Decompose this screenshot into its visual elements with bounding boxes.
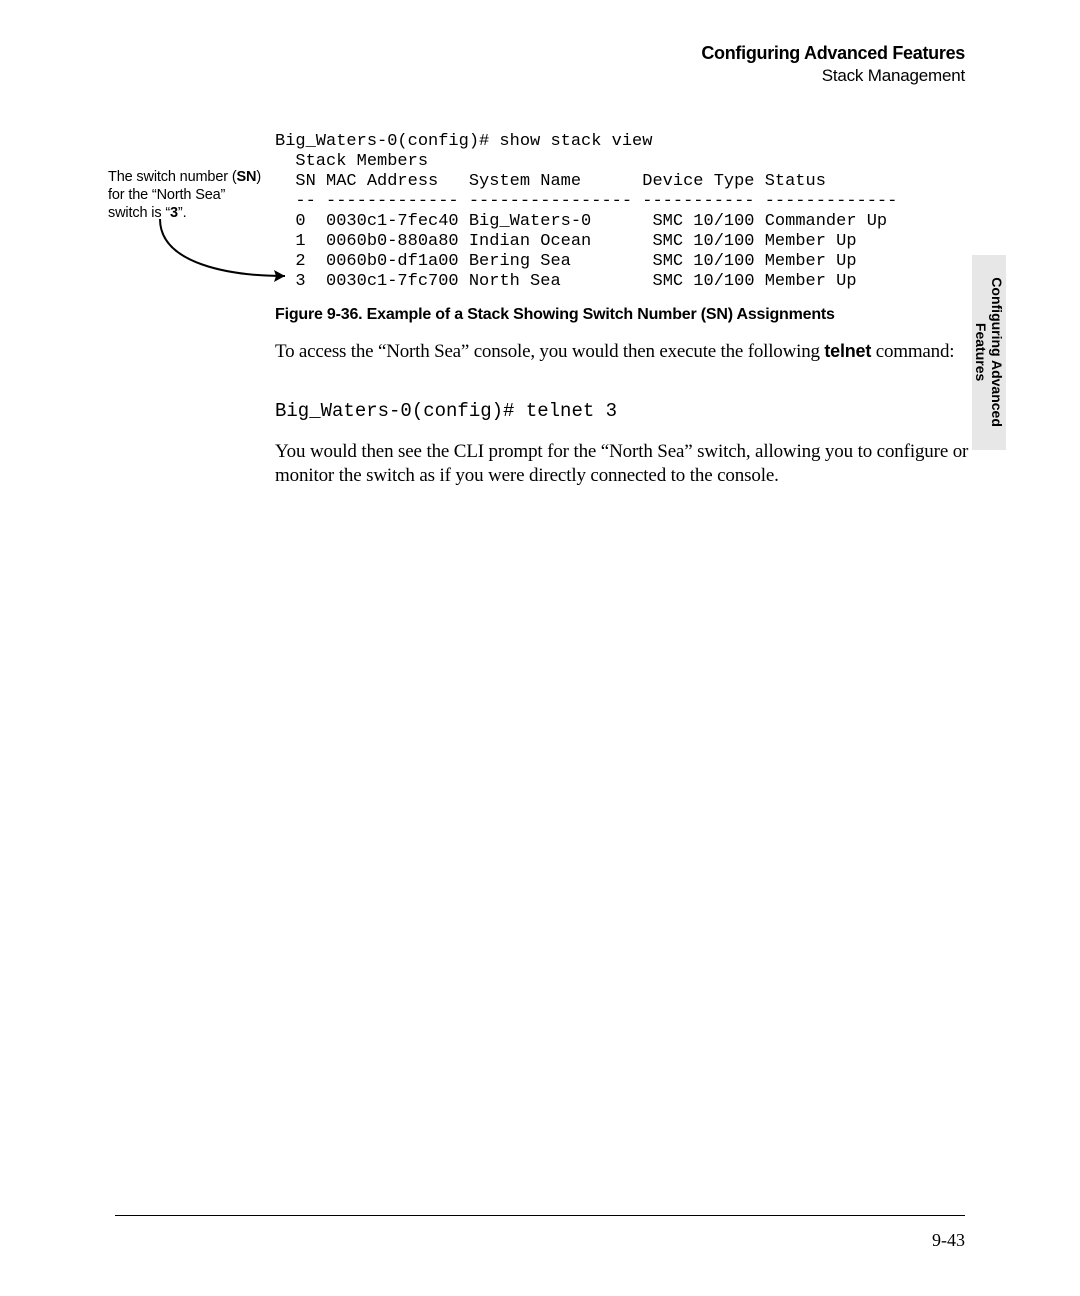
- running-header: Configuring Advanced Features Stack Mana…: [701, 42, 965, 86]
- cli-row-3: 3 0030c1-7fc700 North Sea SMC 10/100 Mem…: [275, 272, 857, 291]
- para1-a: To access the “North Sea” console, you w…: [275, 341, 824, 362]
- callout-text-1: The switch number (: [108, 169, 237, 185]
- col-mac: MAC Address: [326, 172, 438, 191]
- col-type: Device Type: [642, 172, 754, 191]
- page: Configuring Advanced Features Stack Mana…: [0, 0, 1080, 1296]
- page-number: 9-43: [932, 1230, 965, 1251]
- side-tab: Configuring Advanced Features: [972, 255, 1006, 450]
- col-name: System Name: [469, 172, 581, 191]
- col-sn: SN: [295, 172, 315, 191]
- callout-sn-bold: SN: [237, 169, 257, 185]
- para1-b: command:: [871, 341, 954, 362]
- command-line: Big_Waters-0(config)# telnet 3: [275, 400, 617, 422]
- footer-rule: [115, 1215, 965, 1216]
- cli-output: Big_Waters-0(config)# show stack view St…: [275, 132, 897, 292]
- paragraph-2: You would then see the CLI prompt for th…: [275, 440, 975, 489]
- cli-header-row: SN MAC Address System Name Device Type S…: [275, 172, 826, 191]
- cli-row-1: 1 0060b0-880a80 Indian Ocean SMC 10/100 …: [275, 232, 857, 251]
- header-title: Configuring Advanced Features: [701, 42, 965, 65]
- side-tab-line1: Configuring Advanced: [989, 278, 1005, 428]
- telnet-bold: telnet: [824, 341, 871, 361]
- cli-dash-row: -- ------------- ---------------- ------…: [275, 192, 897, 211]
- cli-row-0: 0 0030c1-7fec40 Big_Waters-0 SMC 10/100 …: [275, 212, 887, 231]
- cli-cmd: Big_Waters-0(config)# show stack view: [275, 132, 652, 151]
- col-status: Status: [765, 172, 826, 191]
- cli-row-2: 2 0060b0-df1a00 Bering Sea SMC 10/100 Me…: [275, 252, 857, 271]
- side-tab-text: Configuring Advanced Features: [973, 278, 1005, 428]
- header-subtitle: Stack Management: [701, 65, 965, 86]
- paragraph-1: To access the “North Sea” console, you w…: [275, 340, 975, 364]
- side-tab-line2: Features: [973, 323, 989, 381]
- figure-caption: Figure 9-36. Example of a Stack Showing …: [275, 306, 835, 324]
- cli-title: Stack Members: [275, 152, 428, 171]
